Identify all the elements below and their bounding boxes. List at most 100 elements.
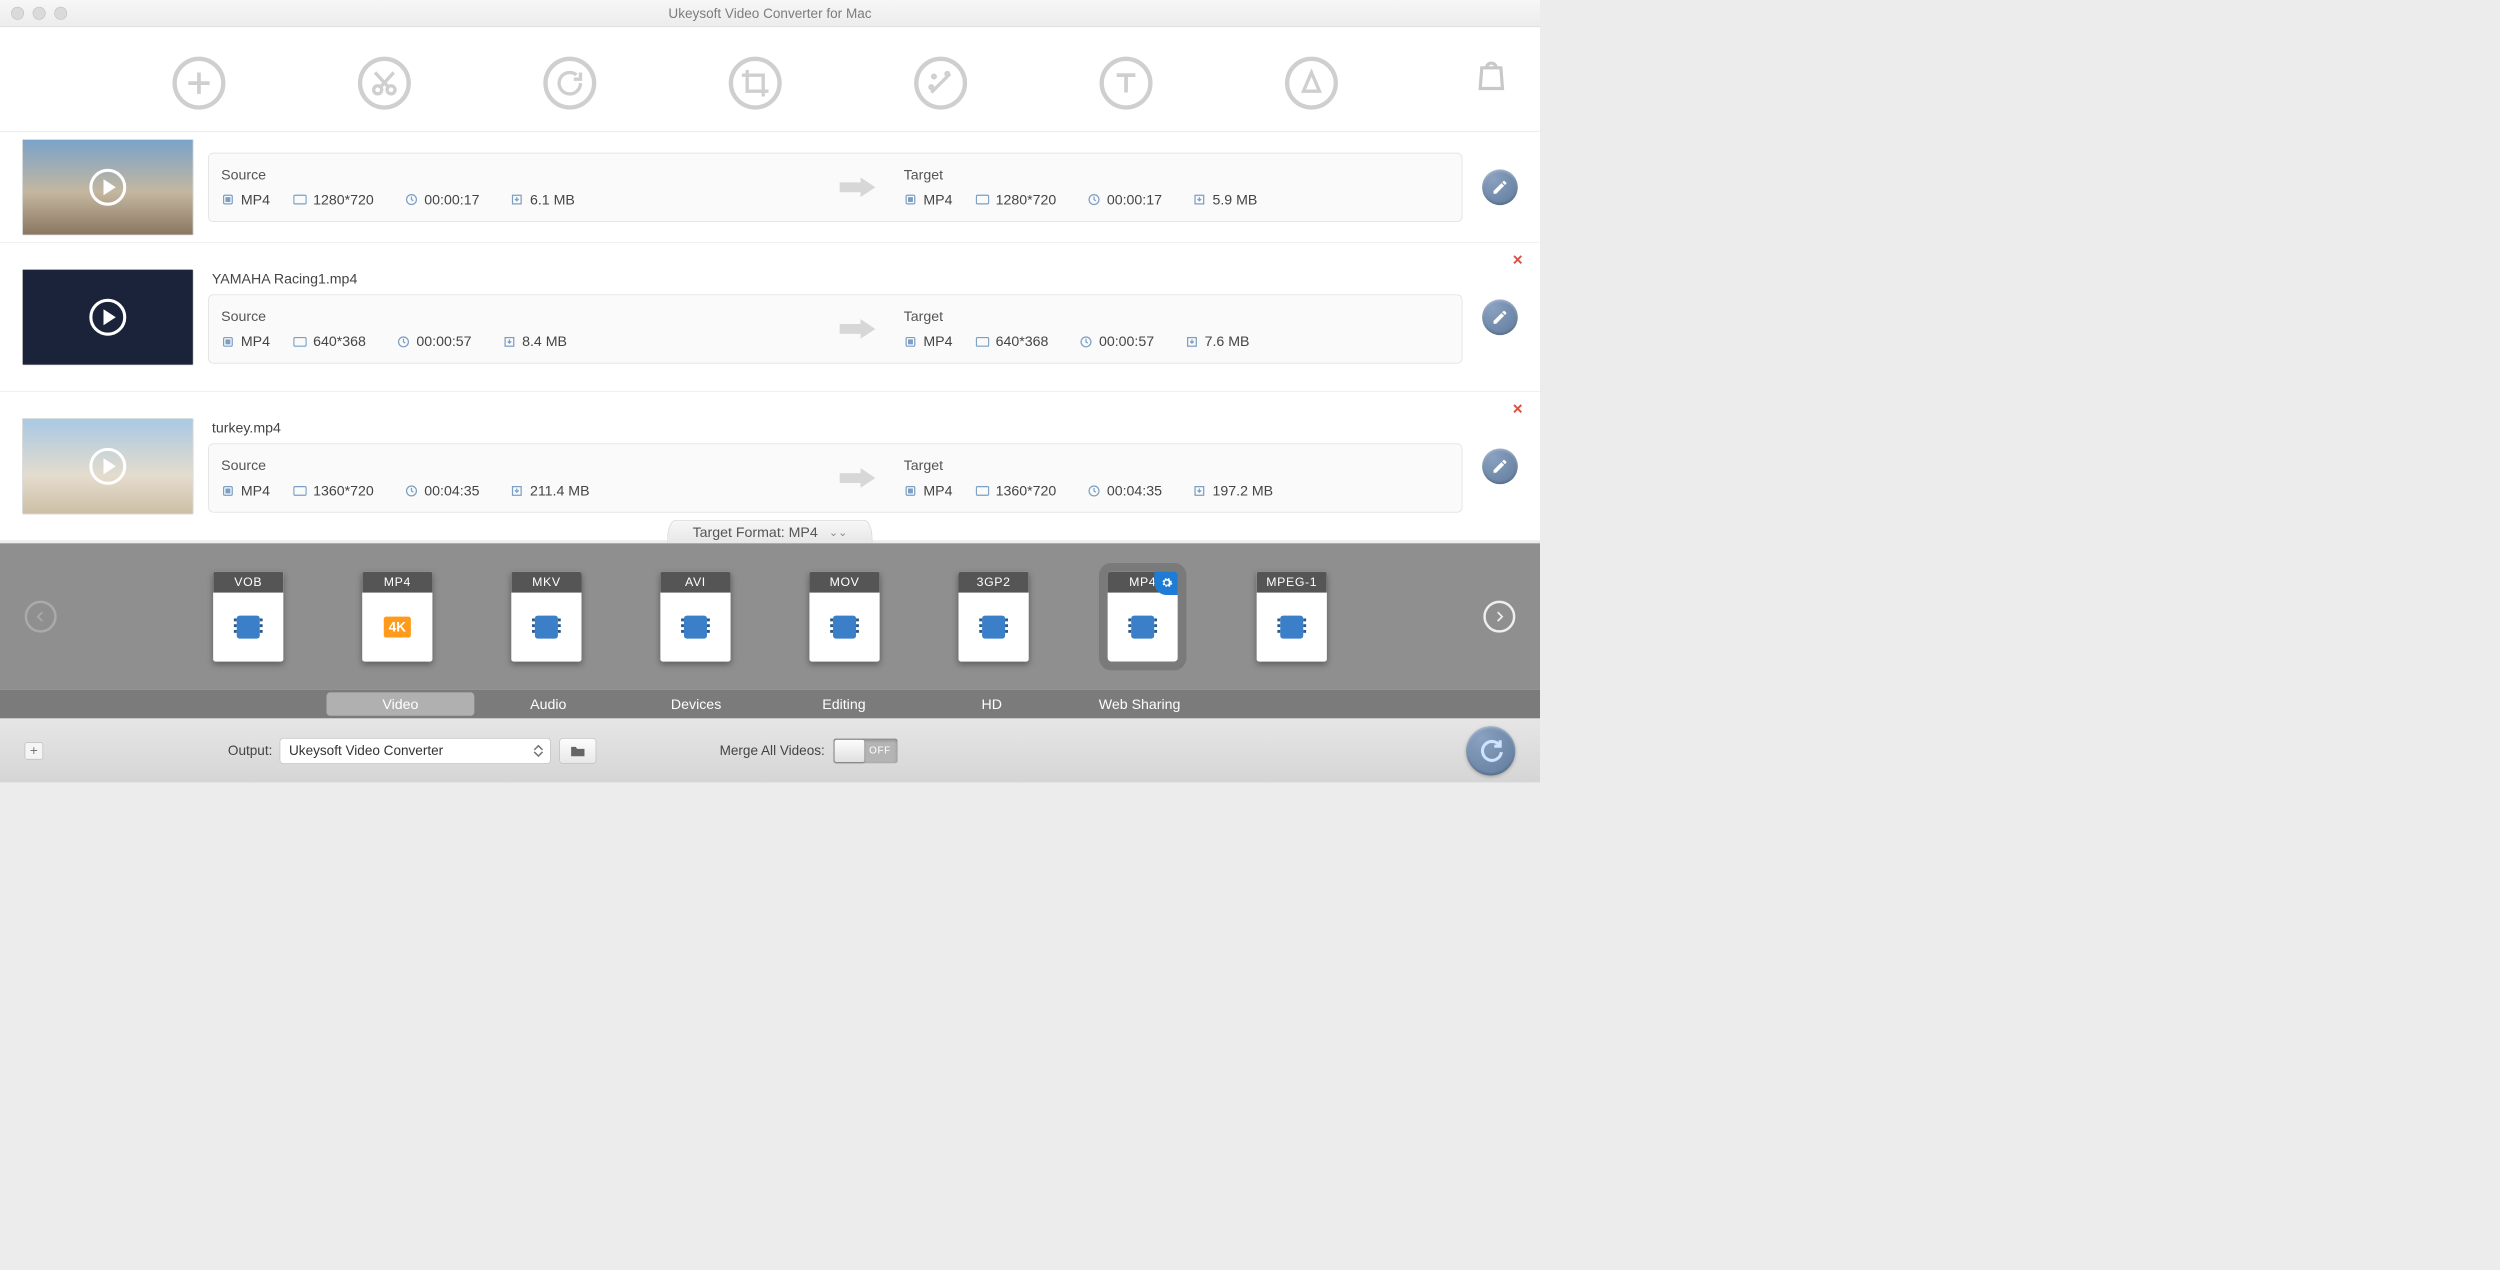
duration-icon [1087,484,1101,498]
duration-icon [405,484,419,498]
format-icon [221,335,235,349]
tab-hd[interactable]: HD [918,690,1066,718]
file-name: turkey.mp4 [212,419,1462,436]
gear-icon[interactable] [1154,572,1177,595]
resolution-icon [976,193,990,207]
size-icon [1193,193,1207,207]
toggle-knob [835,740,865,762]
duration-icon [1087,193,1101,207]
video-thumbnail[interactable] [22,139,193,235]
format-header: MKV [511,572,581,593]
format-mp4[interactable]: MP4 [1108,572,1178,662]
text-icon[interactable] [1100,57,1153,110]
format-body [660,593,730,662]
toggle-state: OFF [869,745,891,756]
rotate-icon[interactable] [543,57,596,110]
cut-icon[interactable] [358,57,411,110]
format-mov[interactable]: MOV [809,572,879,662]
bottom-bar: + Output: Ukeysoft Video Converter Merge… [0,718,1540,782]
main-toolbar [0,27,1540,132]
edit-button[interactable] [1482,448,1518,484]
format-mpeg-1[interactable]: MPEG-1 [1257,572,1327,662]
resolution-icon [976,335,990,349]
format-mkv[interactable]: MKV [511,572,581,662]
format-body [1257,593,1327,662]
resolution-icon [293,335,307,349]
scroll-right-icon[interactable] [1483,601,1515,633]
remove-item-button[interactable]: × [1513,399,1523,419]
size-icon [510,193,524,207]
format-icon [221,484,235,498]
format-mp4[interactable]: MP4 4K [362,572,432,662]
format-vob[interactable]: VOB [213,572,283,662]
remove-item-button[interactable]: × [1513,250,1523,270]
arrow-icon [837,175,879,200]
format-header: MP4 [362,572,432,593]
video-thumbnail[interactable] [22,269,193,365]
target-format-tab[interactable]: Target Format: MP4 ⌄⌄ [667,520,872,543]
tab-editing[interactable]: Editing [770,690,918,718]
crop-icon[interactable] [729,57,782,110]
target-format-label: Target Format: MP4 [693,524,818,541]
edit-button[interactable] [1482,169,1518,205]
add-icon[interactable] [172,57,225,110]
play-icon [89,298,126,335]
stepper-icon [533,741,547,761]
format-3gp2[interactable]: 3GP2 [958,572,1028,662]
tab-web-sharing[interactable]: Web Sharing [1066,690,1214,718]
format-header: 3GP2 [958,572,1028,593]
format-header: AVI [660,572,730,593]
format-avi[interactable]: AVI [660,572,730,662]
edit-button[interactable] [1482,299,1518,335]
scroll-left-icon[interactable] [25,601,57,633]
resolution-icon [293,193,307,207]
merge-toggle[interactable]: OFF [833,738,897,763]
format-icon [221,193,235,207]
convert-button[interactable] [1466,726,1515,775]
category-bar: VideoAudioDevicesEditingHDWeb Sharing [0,690,1540,718]
open-folder-button[interactable] [559,738,596,764]
tab-audio[interactable]: Audio [474,690,622,718]
effects-icon[interactable] [914,57,967,110]
size-icon [510,484,524,498]
resolution-icon [293,484,307,498]
resolution-icon [976,484,990,498]
source-label: Source [221,308,812,325]
list-item[interactable]: × turkey.mp4 Source MP4 1360*720 00:04:3… [0,392,1540,541]
tab-devices[interactable]: Devices [622,690,770,718]
play-icon [89,168,126,205]
format-icon [904,335,918,349]
list-item[interactable]: × YAMAHA Racing1.mp4 Source MP4 640*368 … [0,243,1540,392]
format-header: MOV [809,572,879,593]
source-label: Source [221,457,812,474]
list-item[interactable]: Source MP4 1280*720 00:00:17 6.1 MB Targ… [0,132,1540,243]
format-body [958,593,1028,662]
format-icon [904,193,918,207]
duration-icon [405,193,419,207]
window-title: Ukeysoft Video Converter for Mac [0,5,1540,21]
shop-icon[interactable] [1472,57,1510,98]
format-icon [904,484,918,498]
chevron-down-icon: ⌄⌄ [829,526,848,539]
file-name: YAMAHA Racing1.mp4 [212,270,1462,287]
format-header: VOB [213,572,283,593]
video-thumbnail[interactable] [22,418,193,514]
tab-video[interactable]: Video [326,692,474,715]
play-icon [89,448,126,485]
size-icon [1193,484,1207,498]
info-box: Source MP4 640*368 00:00:57 8.4 MB Targe… [208,294,1462,363]
arrow-icon [837,466,879,491]
output-value: Ukeysoft Video Converter [289,743,443,759]
output-select[interactable]: Ukeysoft Video Converter [280,738,551,764]
duration-icon [397,335,411,349]
duration-icon [1079,335,1093,349]
format-header: MPEG-1 [1257,572,1327,593]
info-box: Source MP4 1280*720 00:00:17 6.1 MB Targ… [208,152,1462,221]
conversion-list: Source MP4 1280*720 00:00:17 6.1 MB Targ… [0,132,1540,541]
source-label: Source [221,166,812,183]
target-label: Target [904,166,1450,183]
add-output-button[interactable]: + [25,742,43,759]
output-label: Output: [228,743,272,759]
annotate-icon[interactable] [1285,57,1338,110]
format-strip: VOB MP4 4K MKV AVI MOV 3GP2 MP4 MPEG-1 [0,543,1540,690]
